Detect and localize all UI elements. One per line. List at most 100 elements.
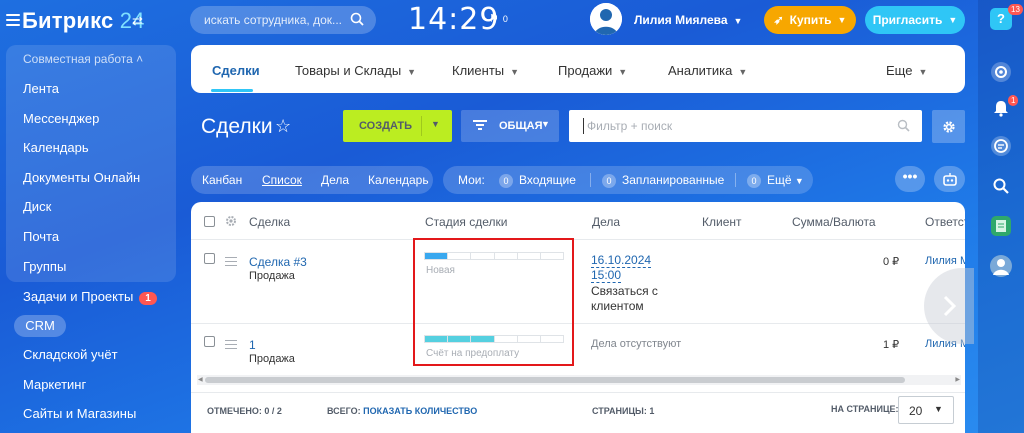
- stage-progress-bar[interactable]: [424, 335, 564, 343]
- row-checkbox[interactable]: [204, 253, 215, 264]
- scroll-thumb[interactable]: [205, 377, 905, 383]
- column-deal[interactable]: Сделка: [249, 215, 290, 229]
- notes-icon[interactable]: [989, 214, 1013, 238]
- deal-type: Продажа: [249, 353, 295, 365]
- settings-button[interactable]: [932, 110, 965, 143]
- sidebar-group-title[interactable]: Совместная работа ˄: [23, 52, 143, 66]
- logo[interactable]: Битрикс 24: [22, 8, 145, 34]
- tab-clients[interactable]: Клиенты ▼: [452, 63, 519, 78]
- horizontal-scrollbar[interactable]: ◀ ▶: [197, 375, 961, 385]
- view-switcher: Канбан Список Дела Календарь: [191, 166, 433, 194]
- sidebar-item-marketing[interactable]: Маркетинг: [23, 377, 86, 392]
- column-client[interactable]: Клиент: [702, 215, 742, 229]
- chevron-up-icon: ˄: [136, 52, 144, 66]
- create-button[interactable]: СОЗДАТЬ ▼: [343, 110, 452, 142]
- tab-analytics[interactable]: Аналитика ▼: [668, 63, 747, 78]
- activity-subject: Связаться с: [591, 284, 658, 298]
- deal-type: Продажа: [249, 270, 295, 282]
- search-icon[interactable]: [989, 174, 1013, 198]
- drag-handle-icon[interactable]: [225, 257, 237, 269]
- tab-more[interactable]: Еще ▼: [886, 63, 927, 78]
- avatar[interactable]: [590, 3, 622, 35]
- more-menu-button[interactable]: •••: [895, 166, 925, 192]
- user-avatar-icon[interactable]: [989, 254, 1013, 278]
- search-input[interactable]: искать сотрудника, док...: [190, 6, 376, 34]
- activity-time-link[interactable]: 15:00: [591, 268, 622, 283]
- scroll-left-arrow-icon: ◀: [198, 377, 203, 383]
- chevron-down-icon: ▼: [918, 67, 928, 77]
- gear-icon[interactable]: [225, 215, 237, 227]
- notify-badge: 1: [1008, 95, 1019, 106]
- user-avatar-icon: [590, 3, 622, 35]
- tab-sales[interactable]: Продажи ▼: [558, 63, 627, 78]
- user-name[interactable]: Лилия Миялева ▼: [634, 13, 742, 27]
- search-icon: [350, 12, 364, 26]
- view-list[interactable]: Список: [262, 173, 302, 187]
- sidebar-item-inventory[interactable]: Складской учёт: [23, 347, 118, 362]
- deal-title-link[interactable]: Сделка #3: [249, 255, 307, 269]
- chevron-down-icon: ▼: [407, 67, 417, 77]
- buy-button[interactable]: ➶ Купить ▼: [764, 6, 856, 34]
- view-calendar[interactable]: Календарь: [368, 173, 429, 187]
- filter-icon: [473, 120, 487, 130]
- search-icon: [897, 119, 910, 132]
- page-title: Сделки: [201, 115, 273, 138]
- deal-title-link[interactable]: 1: [249, 338, 256, 352]
- deal-amount: 0 ₽: [883, 256, 900, 268]
- stage-label: Счёт на предоплату: [426, 348, 520, 359]
- selected-count: ОТМЕЧЕНО: 0 / 2: [207, 406, 282, 416]
- tasks-badge: 1: [139, 292, 157, 305]
- column-responsible[interactable]: Ответст: [925, 215, 965, 229]
- stage-progress-bar[interactable]: [424, 252, 564, 260]
- responsible-link[interactable]: Лилия М: [925, 255, 965, 267]
- filter-search-input[interactable]: Фильтр + поиск: [569, 110, 922, 142]
- crm-widget-icon[interactable]: [989, 60, 1013, 84]
- view-kanban[interactable]: Канбан: [202, 173, 242, 187]
- column-amount[interactable]: Сумма/Валюта: [792, 215, 876, 229]
- sidebar-item-feed[interactable]: Лента: [23, 81, 59, 96]
- row-checkbox[interactable]: [204, 336, 215, 347]
- counter-planned[interactable]: 0 Запланированные: [602, 173, 724, 188]
- star-icon[interactable]: ☆: [275, 116, 291, 137]
- tab-products[interactable]: Товары и Склады ▼: [295, 63, 416, 78]
- view-activities[interactable]: Дела: [321, 173, 349, 187]
- chevron-down-icon: ▼: [510, 67, 520, 77]
- drag-handle-icon[interactable]: [225, 340, 237, 352]
- robot-button[interactable]: [934, 166, 965, 192]
- sidebar-item-crm[interactable]: CRM: [14, 315, 66, 337]
- select-all-checkbox[interactable]: [204, 216, 215, 227]
- sidebar-item-mail[interactable]: Почта: [23, 229, 59, 244]
- invite-button[interactable]: Пригласить ▼: [865, 6, 965, 34]
- flag-icon[interactable]: ⚑ 0: [489, 12, 508, 25]
- counter-incoming[interactable]: 0 Входящие: [499, 173, 576, 188]
- column-activities[interactable]: Дела: [592, 215, 620, 229]
- sidebar-item-calendar[interactable]: Календарь: [23, 140, 89, 155]
- no-activities: Дела отсутствуют: [591, 338, 682, 350]
- chevron-down-icon: ▼: [934, 404, 943, 414]
- category-dropdown[interactable]: ОБЩАЯ ▼: [461, 110, 559, 142]
- sidebar-item-disk[interactable]: Диск: [23, 199, 51, 214]
- sidebar-item-tasks[interactable]: Задачи и Проекты 1: [23, 289, 157, 305]
- per-page-select[interactable]: 20 ▼: [898, 396, 954, 424]
- chevron-down-icon[interactable]: ▼: [431, 119, 440, 129]
- chevron-down-icon: ▼: [541, 119, 550, 129]
- menu-burger-icon[interactable]: [6, 14, 20, 26]
- per-page-label: НА СТРАНИЦЕ:: [831, 404, 899, 414]
- tab-deals[interactable]: Сделки: [212, 63, 260, 78]
- sidebar-item-docs[interactable]: Документы Онлайн: [23, 170, 140, 185]
- clock: 14:29: [408, 2, 500, 37]
- chevron-right-icon: [943, 295, 957, 317]
- counter-more[interactable]: 0 Ещё ▼: [747, 173, 804, 188]
- column-stage[interactable]: Стадия сделки: [425, 215, 507, 229]
- show-count-link[interactable]: ПОКАЗАТЬ КОЛИЧЕСТВО: [363, 406, 477, 416]
- logo-settings-icon[interactable]: ⇄: [132, 13, 143, 29]
- active-tab-indicator: [211, 89, 253, 92]
- sidebar-item-sites[interactable]: Сайты и Магазины: [23, 406, 136, 421]
- sidebar-item-messenger[interactable]: Мессенджер: [23, 111, 99, 126]
- deals-grid: Сделка Стадия сделки Дела Клиент Сумма/В…: [191, 202, 965, 433]
- chat-icon[interactable]: [989, 134, 1013, 158]
- counters-title: Мои:: [458, 173, 485, 187]
- right-rail: ? 13 1: [978, 0, 1024, 433]
- activity-date-link[interactable]: 16.10.2024: [591, 253, 652, 268]
- sidebar-item-groups[interactable]: Группы: [23, 259, 66, 274]
